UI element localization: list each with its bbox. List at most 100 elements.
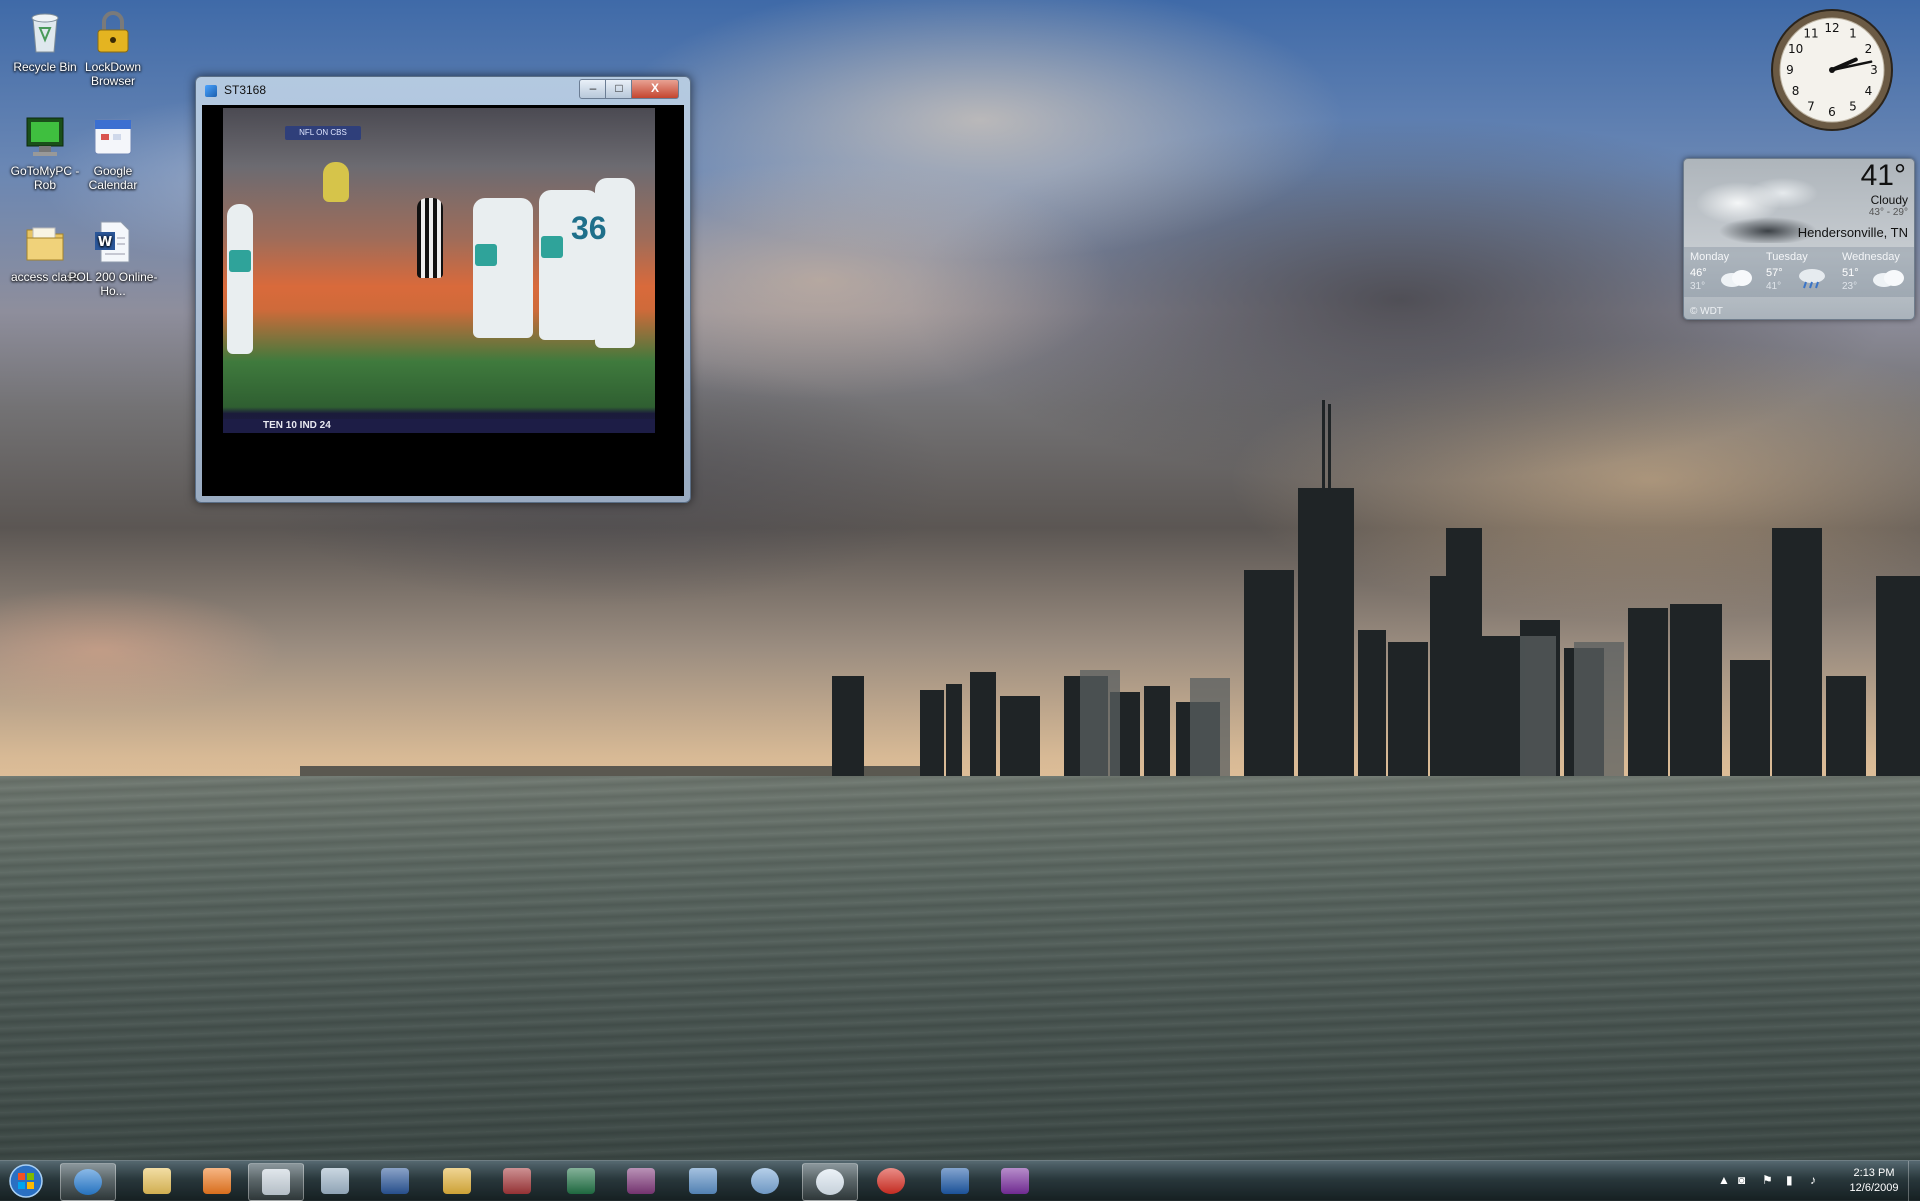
player (227, 204, 253, 354)
taskbar-button-word[interactable] (368, 1163, 422, 1199)
forecast-day: Tuesday 57° 41° (1760, 251, 1836, 295)
clock-numeral: 6 (1828, 105, 1836, 119)
forecast-day-name: Wednesday (1842, 251, 1900, 263)
taskbar-button-media-player[interactable] (190, 1163, 244, 1199)
cloudy-icon (1721, 270, 1752, 287)
video-area[interactable]: NFL ON CBS 36 TEN 10 IND 24 (202, 105, 684, 496)
clock-numeral: 3 (1870, 63, 1878, 77)
excel-icon (567, 1168, 595, 1194)
yahoo-messenger-icon (1001, 1168, 1029, 1194)
clock-numeral: 1 (1849, 27, 1857, 41)
forecast-high: 46° (1690, 267, 1707, 279)
access-icon (503, 1168, 531, 1194)
taskbar-button-chrome[interactable] (864, 1163, 918, 1199)
picture-viewer-icon (689, 1168, 717, 1194)
minimize-button[interactable]: – (579, 79, 607, 99)
word-document-icon: W (89, 218, 137, 266)
taskbar-button-internet-explorer[interactable] (60, 1163, 116, 1201)
network-icon[interactable]: ▮ (1786, 1173, 1793, 1187)
notification-area: ▲ ◙ ⚑ ▮ ♪ 2:13 PM 12/6/2009 (1710, 1161, 1920, 1201)
forecast-day: Wednesday 51° 23° (1836, 251, 1912, 295)
onenote-icon (627, 1168, 655, 1194)
tray-app-icon[interactable]: ◙ (1738, 1173, 1745, 1187)
window-titlebar[interactable]: ST3168 – □ X (196, 77, 690, 103)
tray-date[interactable]: 12/6/2009 (1844, 1182, 1904, 1194)
taskbar-button-itunes[interactable] (738, 1163, 792, 1199)
snipping-tool-icon (262, 1169, 290, 1195)
player (473, 198, 533, 338)
clock-numeral: 2 (1865, 42, 1873, 56)
volume-icon[interactable]: ♪ (1810, 1173, 1816, 1187)
desktop-icon-label: Google Calendar (88, 164, 138, 192)
forecast-low: 41° (1766, 281, 1782, 292)
recycle-bin-icon (21, 8, 69, 56)
clock-gadget[interactable]: 12 12 3 45678 9 1011 (1770, 8, 1894, 132)
clock-numeral: 10 (1788, 42, 1803, 56)
current-temperature: 41° (1860, 159, 1906, 192)
windows-start-icon[interactable] (4, 1163, 48, 1199)
temperature-range: 43° - 29° (1868, 207, 1908, 218)
forecast-day-name: Tuesday (1766, 251, 1808, 263)
close-button[interactable]: X (631, 79, 679, 99)
taskbar-button-picture-viewer[interactable] (676, 1163, 730, 1199)
clock-numeral: 5 (1849, 99, 1857, 113)
clock-numeral: 7 (1807, 99, 1815, 113)
tray-time[interactable]: 2:13 PM (1844, 1167, 1904, 1179)
rain-icon (1799, 269, 1825, 289)
forecast-low: 31° (1690, 281, 1706, 292)
maximize-button[interactable]: □ (605, 79, 633, 99)
clock-numeral: 11 (1803, 27, 1818, 41)
forecast-row: Monday 46° 31° Tuesday 57° 41° Wednesday… (1684, 247, 1914, 297)
taskbar-button-snipping-tool[interactable] (248, 1163, 304, 1201)
taskbar-button-media-app[interactable] (802, 1163, 858, 1201)
taskbar-button-excel[interactable] (554, 1163, 608, 1199)
taskbar-button-outlook[interactable] (430, 1163, 484, 1199)
weather-condition: Cloudy (1870, 193, 1908, 207)
referee (417, 198, 443, 278)
word-icon (381, 1168, 409, 1194)
player (595, 178, 635, 348)
taskbar-button-yahoo-messenger[interactable] (988, 1163, 1042, 1199)
taskbar-button-virtualbox[interactable] (928, 1163, 982, 1199)
desktop-icon-label: POL 200 Online-Ho... (68, 270, 158, 298)
window-title: ST3168 (224, 83, 267, 97)
taskbar-button-file-explorer[interactable] (130, 1163, 184, 1199)
itunes-icon (751, 1168, 779, 1194)
video-frame: NFL ON CBS 36 TEN 10 IND 24 (223, 108, 655, 433)
desktop-icon-pol-200[interactable]: W POL 200 Online-Ho... (68, 212, 158, 298)
taskbar: ▲ ◙ ⚑ ▮ ♪ 2:13 PM 12/6/2009 (0, 1160, 1920, 1201)
clock-numeral: 8 (1792, 84, 1800, 98)
calculator-icon (321, 1168, 349, 1194)
svg-text:W: W (98, 235, 112, 250)
internet-explorer-icon (74, 1169, 102, 1195)
taskbar-button-access[interactable] (490, 1163, 544, 1199)
desktop-icon-lockdown-browser[interactable]: LockDown Browser (68, 2, 158, 88)
forecast-high: 51° (1842, 267, 1859, 279)
desktop-icon-label: LockDown Browser (84, 60, 142, 88)
clock-numeral: 4 (1865, 84, 1873, 98)
taskbar-button-calculator[interactable] (308, 1163, 362, 1199)
taskbar-button-onenote[interactable] (614, 1163, 668, 1199)
calendar-icon (89, 112, 137, 160)
forecast-day: Monday 46° 31° (1684, 251, 1760, 295)
show-hidden-icons-icon[interactable]: ▲ (1718, 1173, 1730, 1187)
action-center-flag-icon[interactable]: ⚑ (1762, 1173, 1773, 1187)
player (323, 162, 349, 202)
wallpaper-water (0, 776, 1920, 1164)
desktop-icon-google-calendar[interactable]: Google Calendar (68, 106, 158, 192)
lock-icon (89, 8, 137, 56)
folder-icon (21, 218, 69, 266)
media-player-icon (205, 85, 217, 97)
network-logo: NFL ON CBS (285, 126, 361, 140)
clock-numeral: 12 (1824, 21, 1839, 35)
media-player-icon (203, 1168, 231, 1194)
media-app-icon (816, 1169, 844, 1195)
video-window[interactable]: ST3168 – □ X NFL ON CBS 36 TEN 10 IND 24 (195, 76, 691, 503)
virtualbox-icon (941, 1168, 969, 1194)
score-text: TEN 10 IND 24 (263, 420, 331, 431)
show-desktop-button[interactable] (1908, 1161, 1920, 1201)
weather-city[interactable]: Hendersonville, TN (1798, 225, 1908, 240)
weather-gadget[interactable]: 41° Cloudy 43° - 29° Hendersonville, TN … (1683, 158, 1915, 320)
file-explorer-icon (143, 1168, 171, 1194)
clock-numeral: 9 (1786, 63, 1794, 77)
